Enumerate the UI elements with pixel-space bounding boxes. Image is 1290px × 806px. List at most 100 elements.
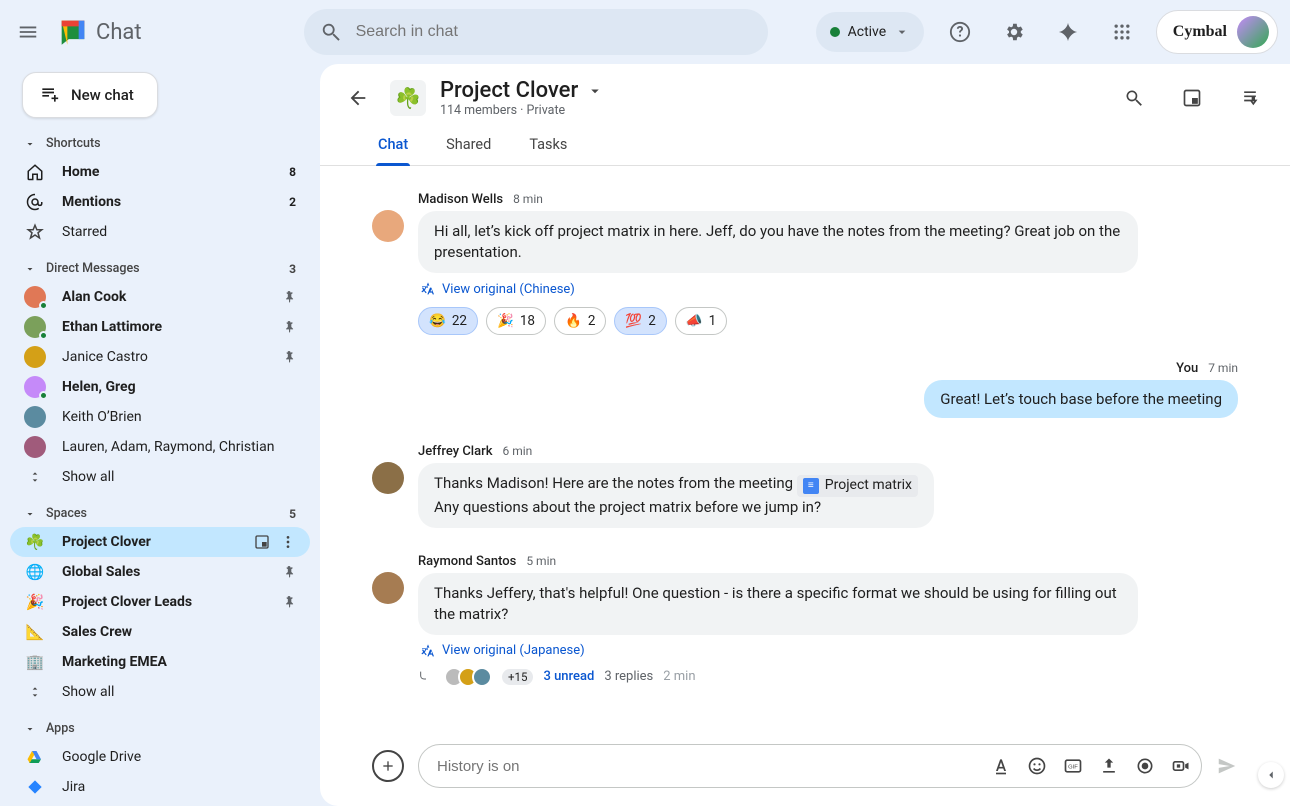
record-button[interactable] [1135, 756, 1155, 776]
message: Jeffrey Clark6 minThanks Madison! Here a… [372, 444, 1238, 528]
search-icon [320, 21, 342, 43]
nav-label: Home [62, 164, 99, 180]
dm-avatar [24, 286, 46, 308]
dm-item[interactable]: Alan Cook [10, 282, 310, 312]
apps-button[interactable] [1102, 12, 1142, 52]
nav-mentions[interactable]: Mentions 2 [10, 187, 310, 217]
reaction-emoji: 💯 [625, 313, 642, 329]
space-label: Sales Crew [62, 624, 132, 640]
tab-chat[interactable]: Chat [376, 128, 410, 165]
reaction-chip[interactable]: 🔥2 [554, 307, 606, 335]
popout-button[interactable] [1172, 78, 1212, 118]
room-search-button[interactable] [1114, 78, 1154, 118]
msg-bubble[interactable]: Thanks Madison! Here are the notes from … [418, 463, 934, 528]
dm-avatar [24, 406, 46, 428]
reactions: 😂 22 🎉18 🔥2 💯2 📣1 [418, 307, 1238, 335]
space-emoji: 🎉 [24, 593, 46, 611]
app-jira[interactable]: Jira [10, 772, 310, 802]
dm-label: Alan Cook [62, 289, 126, 305]
room-title: Project Clover [440, 78, 578, 103]
section-spaces[interactable]: Spaces 5 [10, 500, 310, 527]
reaction-count: 22 [452, 313, 467, 329]
msg-author: Jeffrey Clark [418, 444, 493, 459]
summarize-icon [1240, 88, 1260, 108]
new-chat-button[interactable]: New chat [22, 72, 158, 118]
brand-label: Cymbal [1173, 23, 1227, 41]
section-shortcuts[interactable]: Shortcuts [10, 130, 310, 157]
back-button[interactable] [340, 80, 376, 116]
dm-label: Janice Castro [62, 349, 148, 365]
tab-shared[interactable]: Shared [444, 128, 493, 165]
space-item[interactable]: 🎉Project Clover Leads [10, 587, 310, 617]
video-button[interactable] [1171, 756, 1191, 776]
pin-icon [282, 350, 296, 364]
reaction-chip[interactable]: 🎉18 [486, 307, 546, 335]
app-google-drive[interactable]: Google Drive [10, 742, 310, 772]
popout-icon[interactable] [254, 534, 270, 550]
reaction-chip[interactable]: 💯2 [614, 307, 666, 335]
nav-starred[interactable]: Starred [10, 217, 310, 247]
home-icon [24, 163, 46, 181]
msg-avatar [372, 210, 404, 242]
compose-box[interactable]: GIF [418, 744, 1202, 788]
section-label: Apps [46, 721, 75, 736]
dm-item[interactable]: Helen, Greg [10, 372, 310, 402]
translate-link[interactable]: View original (Chinese) [420, 281, 1238, 297]
dms-show-all[interactable]: Show all [10, 462, 310, 492]
chevron-down-icon [24, 263, 36, 275]
room-title-block[interactable]: Project Clover 114 members · Private [440, 78, 604, 118]
chevron-down-icon [586, 82, 604, 100]
format-button[interactable] [991, 756, 1011, 776]
dm-item[interactable]: Keith O’Brien [10, 402, 310, 432]
space-item[interactable]: 🌐Global Sales [10, 557, 310, 587]
section-apps[interactable]: Apps [10, 715, 310, 742]
compose-input[interactable] [437, 758, 991, 775]
doc-chip[interactable]: ≡Project matrix [797, 475, 918, 497]
reaction-emoji: 😂 [429, 313, 446, 329]
sidebar: New chat Shortcuts Home 8 Mentions 2 Sta… [0, 64, 320, 806]
space-item[interactable]: ☘️Project Clover [10, 527, 310, 557]
side-panel-toggle[interactable] [1258, 762, 1284, 788]
messages-scroll[interactable]: Madison Wells8 minHi all, let’s kick off… [320, 166, 1290, 734]
reaction-chip[interactable]: 😂 22 [418, 307, 478, 335]
reaction-chip[interactable]: 📣1 [675, 307, 727, 335]
upload-button[interactable] [1099, 756, 1119, 776]
reaction-count: 1 [709, 313, 717, 329]
send-button[interactable] [1216, 755, 1238, 777]
gif-button[interactable]: GIF [1063, 756, 1083, 776]
msg-bubble[interactable]: Hi all, let’s kick off project matrix in… [418, 211, 1138, 273]
tab-tasks[interactable]: Tasks [527, 128, 569, 165]
settings-button[interactable] [994, 12, 1034, 52]
more-icon[interactable] [280, 534, 296, 550]
dm-label: Keith O’Brien [62, 409, 142, 425]
msg-bubble[interactable]: Great! Let’s touch base before the meeti… [924, 380, 1238, 418]
nav-home[interactable]: Home 8 [10, 157, 310, 187]
summarize-button[interactable] [1230, 78, 1270, 118]
dm-item[interactable]: Janice Castro [10, 342, 310, 372]
app-logo[interactable]: Chat [56, 15, 142, 49]
section-count: 3 [289, 262, 296, 276]
status-chip[interactable]: Active [816, 12, 925, 52]
msg-bubble[interactable]: Thanks Jeffery, that's helpful! One ques… [418, 573, 1138, 635]
reaction-emoji: 🔥 [565, 313, 582, 329]
room-tabs: Chat Shared Tasks [320, 118, 1290, 166]
thread-summary[interactable]: +153 unread3 replies2 min [418, 667, 1238, 687]
account-capsule[interactable]: Cymbal [1156, 10, 1278, 54]
section-dms[interactable]: Direct Messages 3 [10, 255, 310, 282]
translate-icon [420, 281, 436, 297]
emoji-button[interactable] [1027, 756, 1047, 776]
search-bar[interactable] [304, 9, 768, 55]
space-emoji: 🌐 [24, 563, 46, 581]
gemini-button[interactable] [1048, 12, 1088, 52]
dm-item[interactable]: Lauren, Adam, Raymond, Christian [10, 432, 310, 462]
space-item[interactable]: 📐Sales Crew [10, 617, 310, 647]
search-input[interactable] [356, 23, 752, 41]
help-button[interactable] [940, 12, 980, 52]
main-menu-button[interactable] [8, 12, 48, 52]
translate-link[interactable]: View original (Japanese) [420, 643, 1238, 659]
spaces-show-all[interactable]: Show all [10, 677, 310, 707]
dm-item[interactable]: Ethan Lattimore [10, 312, 310, 342]
space-item[interactable]: 🏢Marketing EMEA [10, 647, 310, 677]
msg-avatar [372, 462, 404, 494]
compose-plus-button[interactable] [372, 750, 404, 782]
